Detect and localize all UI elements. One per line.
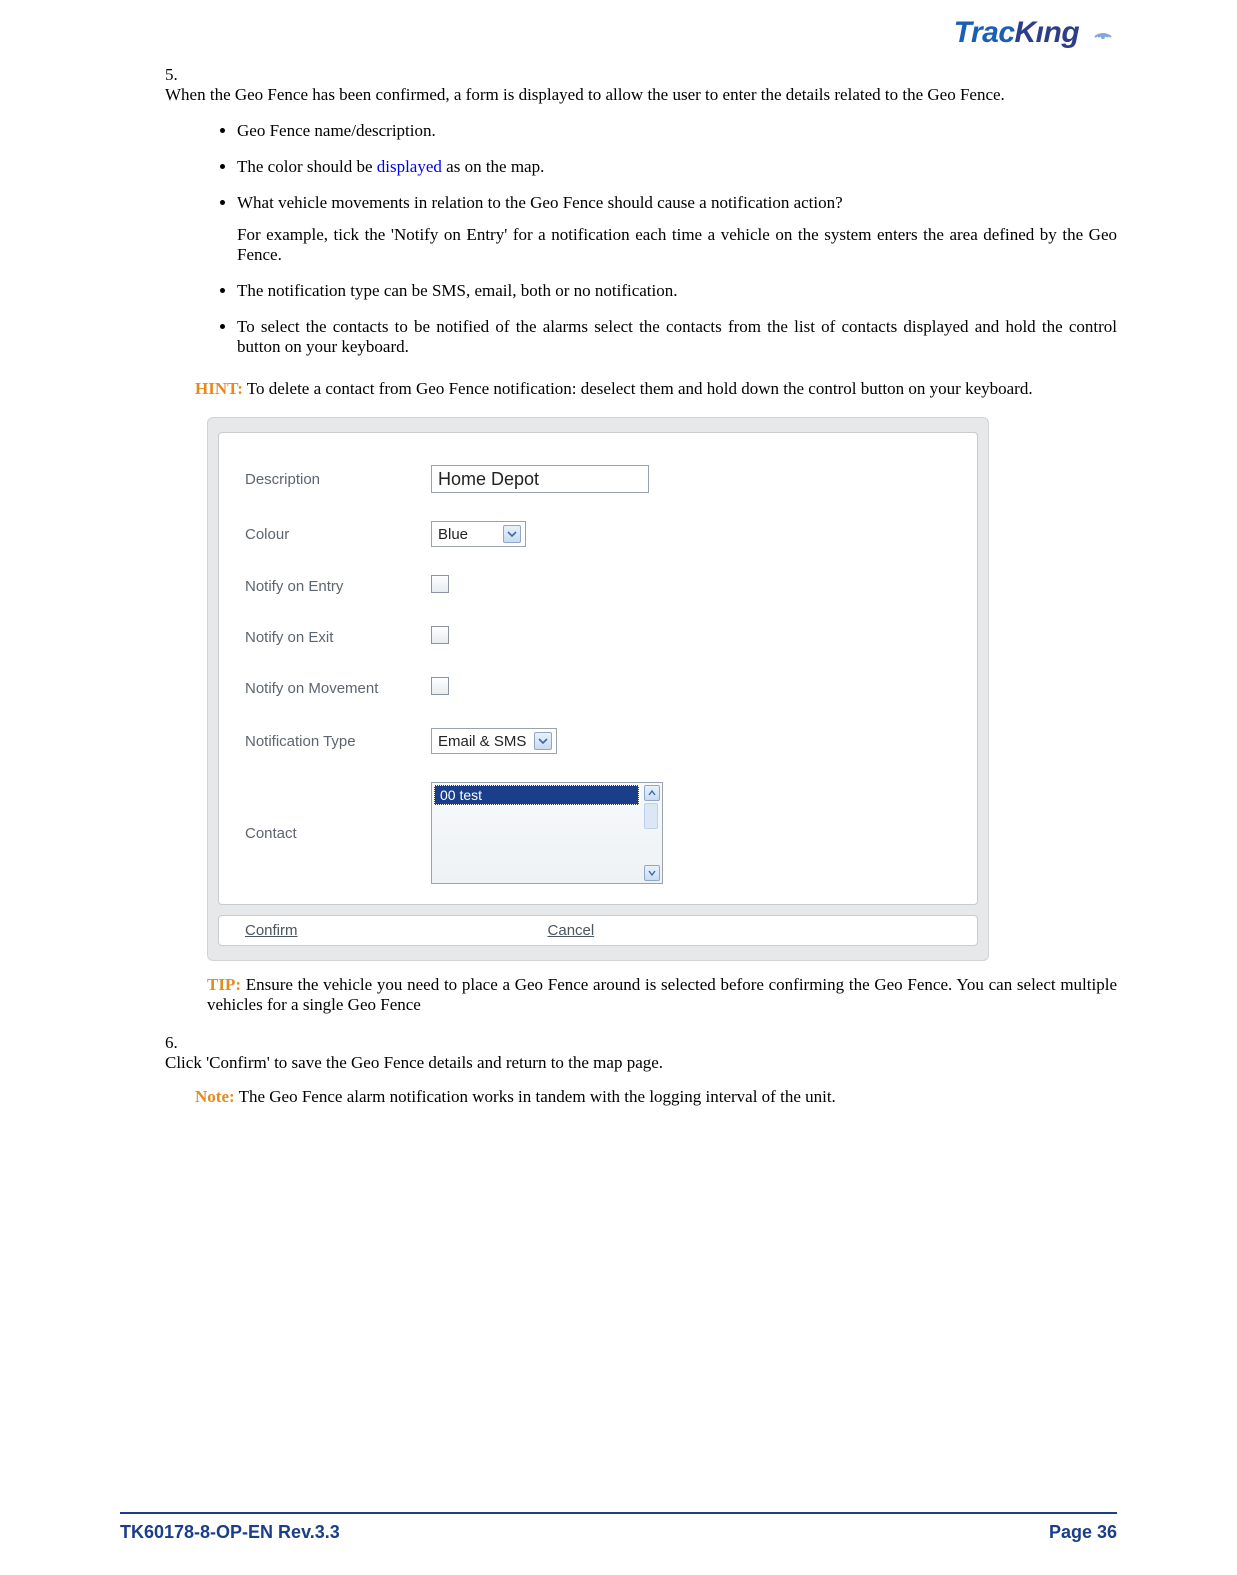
cancel-button[interactable]: Cancel — [548, 922, 595, 939]
bullet-2-post: as on the map. — [442, 157, 544, 176]
scroll-down-icon[interactable] — [644, 865, 660, 881]
bullet-2-pre: The color should be — [237, 157, 377, 176]
footer-left: TK60178-8-OP-EN Rev.3.3 — [120, 1522, 340, 1543]
label-contact: Contact — [245, 825, 431, 842]
note-text: The Geo Fence alarm notification works i… — [235, 1087, 836, 1106]
row-notification-type: Notification Type Email & SMS — [245, 714, 951, 768]
bullet-1: Geo Fence name/description. — [237, 121, 1117, 157]
bullet-3-sub: For example, tick the 'Notify on Entry' … — [237, 225, 1117, 265]
step6-number: 6. — [165, 1033, 195, 1053]
row-notify-exit: Notify on Exit — [245, 612, 951, 663]
step6: 6. Click 'Confirm' to save the Geo Fence… — [165, 1033, 1117, 1073]
notify-exit-checkbox[interactable] — [431, 626, 449, 644]
step5: 5. When the Geo Fence has been confirmed… — [165, 65, 1117, 105]
label-notify-exit: Notify on Exit — [245, 629, 431, 646]
confirm-button[interactable]: Confirm — [245, 922, 298, 939]
logo-part2: Kıng — [1015, 16, 1080, 49]
note-label: Note: — [195, 1087, 235, 1106]
notification-type-select[interactable]: Email & SMS — [431, 728, 557, 754]
bullet-5: To select the contacts to be notified of… — [237, 317, 1117, 373]
signal-icon — [1091, 17, 1117, 51]
notify-entry-checkbox[interactable] — [431, 575, 449, 593]
tip-text: Ensure the vehicle you need to place a G… — [207, 975, 1117, 1014]
spacer — [298, 922, 548, 939]
description-input[interactable] — [431, 465, 649, 493]
hint-text: To delete a contact from Geo Fence notif… — [243, 379, 1033, 398]
row-notify-entry: Notify on Entry — [245, 561, 951, 612]
chevron-down-icon — [534, 732, 552, 750]
logo-part1: Trac — [954, 16, 1015, 49]
label-colour: Colour — [245, 526, 431, 543]
notify-movement-checkbox[interactable] — [431, 677, 449, 695]
label-description: Description — [245, 471, 431, 488]
footer-page-number: 36 — [1097, 1522, 1117, 1542]
bullet-3: What vehicle movements in relation to th… — [237, 193, 1117, 281]
row-colour: Colour Blue — [245, 507, 951, 561]
logo: TracKıng — [954, 16, 1117, 51]
hint-label: HINT: — [195, 379, 243, 398]
listbox-scrollbar[interactable] — [642, 783, 662, 883]
bullet-4: The notification type can be SMS, email,… — [237, 281, 1117, 317]
bullet-2-link: displayed — [377, 157, 442, 176]
scroll-up-icon[interactable] — [644, 785, 660, 801]
step5-bullet-list: Geo Fence name/description. The color sh… — [165, 121, 1117, 373]
note-block: Note: The Geo Fence alarm notification w… — [195, 1087, 1117, 1107]
bullet-3-main: What vehicle movements in relation to th… — [237, 193, 843, 212]
colour-value: Blue — [438, 526, 468, 543]
contact-listbox[interactable]: 00 test — [431, 782, 663, 884]
step5-text: When the Geo Fence has been confirmed, a… — [165, 85, 1087, 105]
footer-page-label: Page — [1049, 1522, 1097, 1542]
form-actions: Confirm Cancel — [218, 915, 978, 946]
scroll-thumb[interactable] — [644, 803, 658, 829]
colour-select[interactable]: Blue — [431, 521, 526, 547]
geofence-form: Description Colour Blue Notify on Entry — [207, 417, 989, 961]
label-notify-entry: Notify on Entry — [245, 578, 431, 595]
step5-number: 5. — [165, 65, 195, 85]
row-contact: Contact 00 test — [245, 768, 951, 898]
label-notify-movement: Notify on Movement — [245, 680, 431, 697]
step6-text: Click 'Confirm' to save the Geo Fence de… — [165, 1053, 1087, 1073]
row-description: Description — [245, 451, 951, 507]
label-notification-type: Notification Type — [245, 733, 431, 750]
chevron-down-icon — [503, 525, 521, 543]
row-notify-movement: Notify on Movement — [245, 663, 951, 714]
tip-block: TIP: Ensure the vehicle you need to plac… — [207, 975, 1117, 1015]
form-inner: Description Colour Blue Notify on Entry — [218, 432, 978, 905]
notification-type-value: Email & SMS — [438, 733, 526, 750]
hint-block: HINT: To delete a contact from Geo Fence… — [195, 379, 1117, 399]
tip-label: TIP: — [207, 975, 241, 994]
page-footer: TK60178-8-OP-EN Rev.3.3 Page 36 — [120, 1512, 1117, 1543]
contact-list-item[interactable]: 00 test — [434, 785, 639, 805]
bullet-2: The color should be displayed as on the … — [237, 157, 1117, 193]
footer-right: Page 36 — [1049, 1522, 1117, 1543]
